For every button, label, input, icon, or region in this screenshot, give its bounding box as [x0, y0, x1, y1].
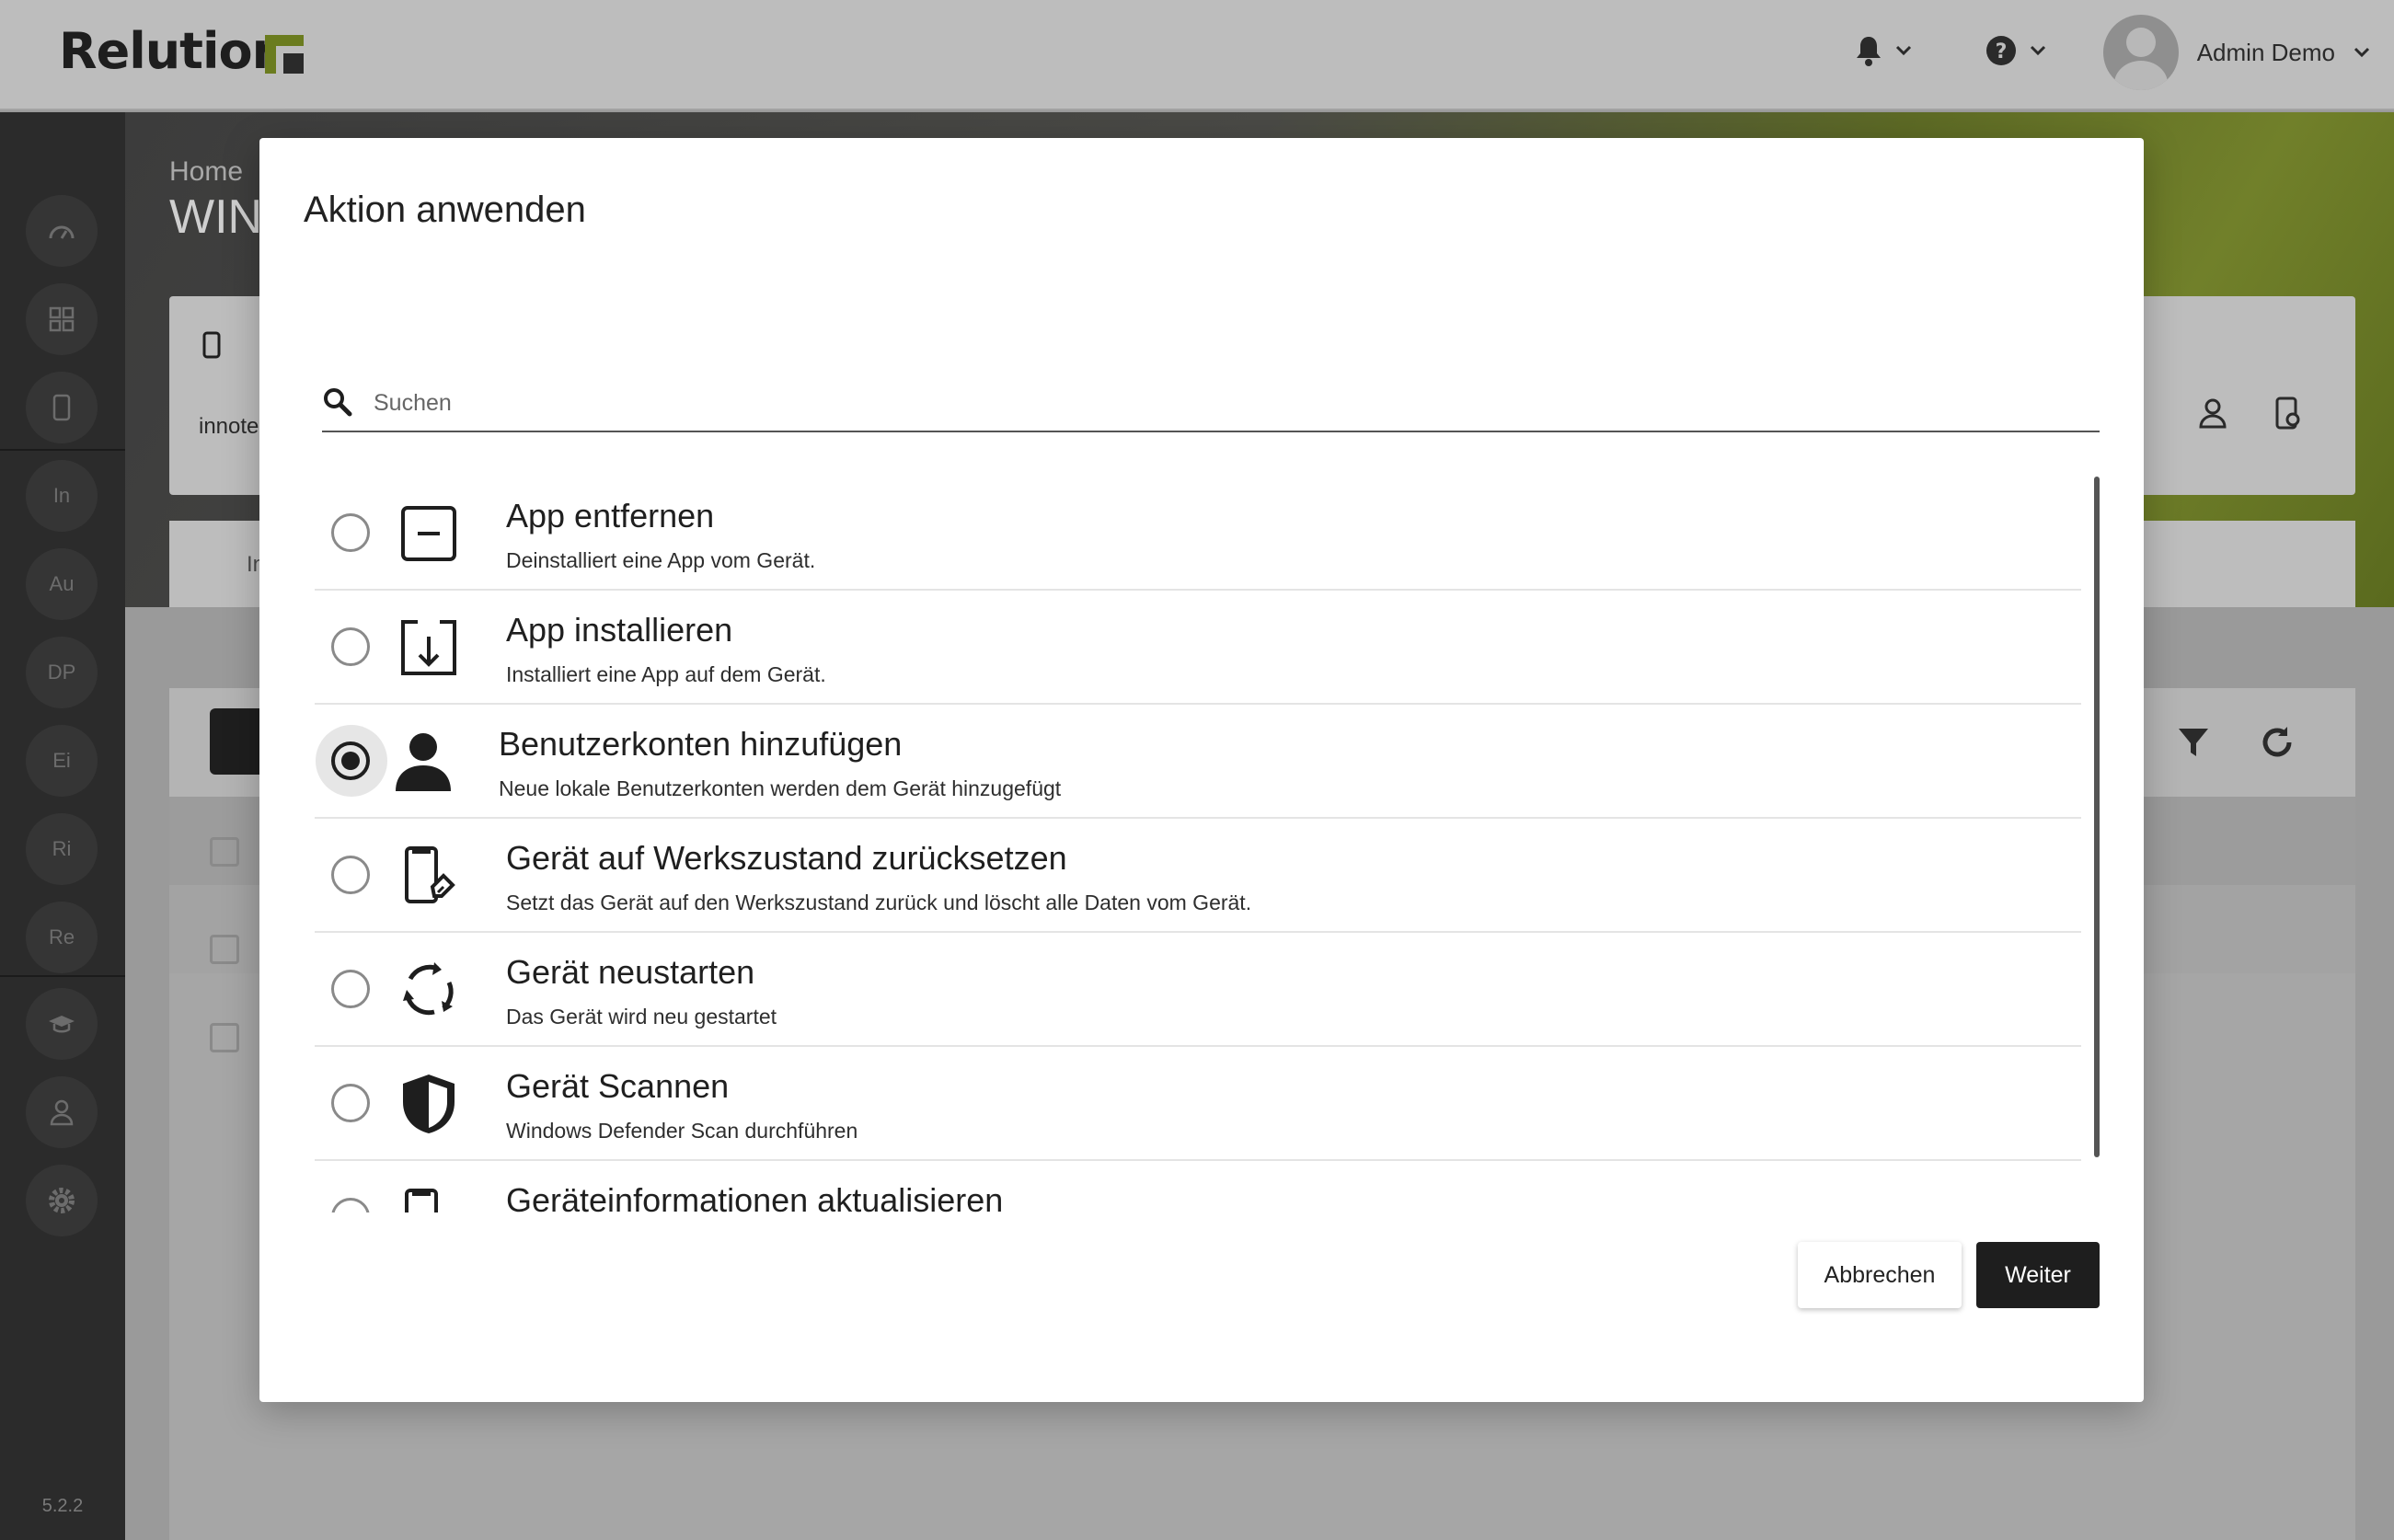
restart-icon	[403, 962, 454, 1016]
sidebar-item-dp[interactable]: DP	[26, 637, 98, 708]
apply-action-dialog: Aktion anwenden App entfernen Deinstalli…	[259, 138, 2144, 1402]
action-button[interactable]	[210, 708, 265, 775]
radio-button-selected[interactable]	[331, 741, 370, 780]
chevron-down-icon	[1895, 45, 1912, 56]
list-scrollbar[interactable]	[2094, 477, 2100, 1157]
graduation-cap-icon	[49, 1016, 75, 1033]
action-item-app-install[interactable]: App installieren Installiert eine App au…	[315, 591, 2081, 705]
sidebar-item-dashboard[interactable]	[26, 195, 98, 267]
page-title: WIN	[169, 190, 263, 244]
chevron-down-icon	[2030, 45, 2046, 56]
user-outline-icon	[50, 1099, 74, 1126]
action-list: App entfernen Deinstalliert eine App vom…	[315, 477, 2081, 1212]
phone-icon	[202, 331, 221, 359]
grid-icon	[49, 306, 75, 332]
sidebar-divider	[0, 975, 125, 977]
search-input[interactable]	[374, 383, 2085, 423]
action-description: Deinstalliert eine App vom Gerät.	[506, 548, 816, 572]
action-title: App entfernen	[506, 497, 715, 534]
search-icon	[324, 388, 352, 417]
user-menu[interactable]: Admin Demo	[2102, 13, 2370, 92]
action-description: Neue lokale Benutzerkonten werden dem Ge…	[499, 776, 1062, 800]
app-version: 5.2.2	[41, 1496, 84, 1516]
svg-text:?: ?	[1996, 40, 2008, 63]
bell-icon	[1857, 37, 1881, 66]
sidebar-item-ri[interactable]: Ri	[26, 813, 98, 885]
device-card-text: innote	[199, 414, 259, 439]
action-item-app-remove[interactable]: App entfernen Deinstalliert eine App vom…	[315, 477, 2081, 591]
sidebar-item-ei[interactable]: Ei	[26, 725, 98, 797]
action-description: Installiert eine App auf dem Gerät.	[506, 662, 826, 686]
action-title: App installieren	[506, 611, 733, 649]
action-item-scan[interactable]: Gerät Scannen Windows Defender Scan durc…	[315, 1047, 2081, 1161]
sidebar-item-re[interactable]: Re	[26, 902, 98, 973]
sidebar: In Au DP Ei Ri Re 5.2.2	[0, 112, 125, 1540]
radio-button[interactable]	[331, 627, 370, 666]
action-title: Gerät Scannen	[506, 1067, 730, 1105]
relution-logo-icon	[265, 35, 304, 74]
dashboard-icon	[49, 225, 75, 239]
help-icon: ?	[1986, 36, 2016, 65]
radio-button[interactable]	[331, 970, 370, 1008]
action-description: Setzt das Gerät auf den Werkszustand zur…	[506, 891, 1252, 914]
action-item-restart[interactable]: Gerät neustarten Das Gerät wird neu gest…	[315, 933, 2081, 1047]
app-remove-icon	[401, 506, 456, 561]
breadcrumb[interactable]: Home	[169, 156, 243, 188]
filter-icon[interactable]	[2177, 727, 2210, 758]
device-wipe-icon	[405, 846, 455, 903]
sidebar-item-au[interactable]: Au	[26, 548, 98, 620]
avatar	[2102, 15, 2179, 90]
sidebar-item-settings[interactable]	[26, 1165, 98, 1236]
app-install-icon	[401, 620, 456, 675]
device-info-icon	[405, 1189, 438, 1212]
user-name: Admin Demo	[2196, 38, 2335, 66]
sidebar-divider	[0, 449, 125, 451]
dialog-title: Aktion anwenden	[304, 190, 586, 230]
sidebar-item-apps[interactable]	[26, 283, 98, 355]
cancel-button[interactable]: Abbrechen	[1798, 1242, 1962, 1308]
row-checkbox[interactable]	[210, 1023, 239, 1052]
sidebar-item-devices[interactable]	[26, 372, 98, 443]
sidebar-item-users[interactable]	[26, 1076, 98, 1148]
radio-button[interactable]	[331, 1084, 370, 1122]
action-title: Benutzerkonten hinzufügen	[499, 725, 903, 763]
phone-icon	[52, 394, 71, 421]
action-title: Geräteinformationen aktualisieren	[506, 1181, 1004, 1212]
user-icon	[396, 733, 451, 791]
radio-button[interactable]	[331, 1198, 370, 1212]
select-all-checkbox[interactable]	[210, 837, 239, 867]
app-logo-text: Relution	[59, 22, 287, 80]
row-checkbox[interactable]	[210, 935, 239, 964]
action-title: Gerät auf Werkszustand zurücksetzen	[506, 839, 1067, 877]
sidebar-item-in[interactable]: In	[26, 460, 98, 532]
action-description: Windows Defender Scan durchführen	[506, 1119, 858, 1143]
search-field	[322, 383, 2100, 432]
action-title: Gerät neustarten	[506, 953, 755, 991]
chevron-down-icon	[2354, 47, 2370, 58]
sidebar-item-academy[interactable]	[26, 988, 98, 1060]
refresh-icon[interactable]	[2260, 725, 2295, 760]
user-outline-icon[interactable]	[2199, 397, 2227, 429]
gear-icon	[49, 1188, 75, 1213]
radio-button[interactable]	[331, 856, 370, 894]
top-bar: Relution ? Admin Demo	[0, 0, 2394, 110]
action-item-update-device-info[interactable]: Geräteinformationen aktualisieren	[315, 1161, 2081, 1212]
help-menu[interactable]: ?	[1985, 28, 2046, 74]
action-item-factory-reset[interactable]: Gerät auf Werkszustand zurücksetzen Setz…	[315, 819, 2081, 933]
radio-button[interactable]	[331, 513, 370, 552]
action-item-add-user-accounts[interactable]: Benutzerkonten hinzufügen Neue lokale Be…	[315, 705, 2081, 819]
action-description: Das Gerät wird neu gestartet	[506, 1005, 777, 1029]
next-button[interactable]: Weiter	[1976, 1242, 2100, 1308]
notifications-menu[interactable]	[1855, 28, 1912, 74]
shield-icon	[403, 1075, 455, 1133]
device-sync-icon[interactable]	[2274, 396, 2302, 431]
